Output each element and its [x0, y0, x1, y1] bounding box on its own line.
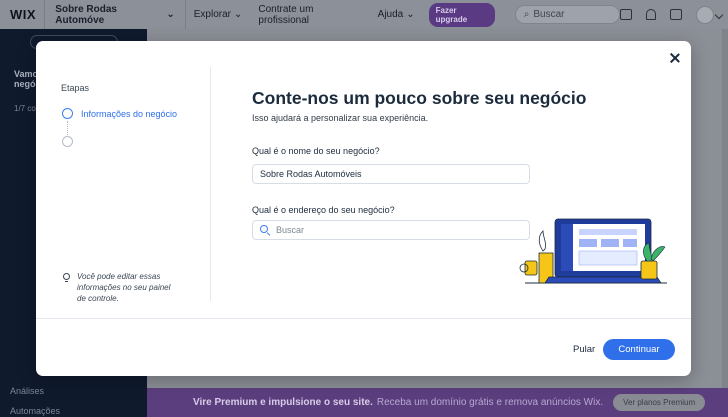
address-search-input[interactable] — [276, 225, 516, 235]
sidebar-item-automacoes[interactable]: Automações — [10, 406, 60, 416]
premium-banner: Vire Premium e impulsione o seu site. Re… — [147, 388, 728, 417]
avatar[interactable] — [696, 5, 714, 24]
nav-ajuda-label: Ajuda — [377, 9, 404, 20]
close-icon[interactable] — [669, 52, 681, 64]
pot-shape — [640, 260, 658, 280]
business-illustration — [519, 218, 667, 284]
chevron-down-icon: ⌄ — [406, 9, 415, 20]
lightbulb-icon — [61, 272, 71, 282]
premium-plans-button[interactable]: Ver planos Premium — [613, 394, 706, 411]
sidebar-item-analises[interactable]: Análises — [10, 386, 44, 396]
continue-button[interactable]: Continuar — [603, 339, 675, 360]
step-business-info[interactable]: Informações do negócio — [62, 108, 177, 119]
onboarding-modal: Etapas Informações do negócio Você pode … — [36, 41, 691, 376]
tip-text: Você pode editar essas informações no se… — [77, 272, 171, 303]
screen-card-2-shape — [601, 239, 619, 247]
mug-shape — [524, 260, 538, 276]
page-title: Conte-nos um pouco sobre seu negócio — [252, 88, 587, 108]
premium-banner-bold: Vire Premium e impulsione o seu site. — [193, 397, 373, 408]
nav-explorar[interactable]: Explorar ⌄ — [186, 9, 251, 20]
bell-icon[interactable] — [646, 9, 656, 20]
screen-card-3-shape — [623, 239, 637, 247]
site-selector[interactable]: Sobre Rodas Automóve ⌄ — [44, 0, 186, 29]
steps-title: Etapas — [61, 83, 90, 93]
step-next — [62, 136, 73, 147]
top-search-placeholder: Buscar — [533, 9, 565, 20]
top-bar: WIX Sobre Rodas Automóve ⌄ Explorar ⌄ Co… — [0, 0, 728, 29]
step-connector — [67, 121, 68, 135]
premium-banner-text: Receba um domínio grátis e remova anúnci… — [376, 397, 604, 408]
screen-table-shape — [578, 250, 638, 266]
skip-button[interactable]: Pular — [573, 344, 595, 355]
tip-box: Você pode editar essas informações no se… — [61, 271, 172, 304]
nav-contrate[interactable]: Contrate um profissional — [250, 4, 369, 26]
screen-sidebar-shape — [561, 224, 573, 271]
address-search-field[interactable] — [252, 220, 530, 240]
business-name-input[interactable] — [252, 164, 530, 184]
step-active-circle-icon — [62, 108, 73, 119]
illustration-group — [519, 218, 667, 284]
step-label: Informações do negócio — [81, 108, 178, 119]
upgrade-button[interactable]: Fazer upgrade — [428, 2, 495, 27]
page-subtitle: Isso ajudará a personalizar sua experiên… — [252, 113, 429, 123]
search-icon: ⌕ — [523, 9, 530, 20]
steps-panel: Etapas Informações do negócio Você pode … — [36, 67, 211, 304]
screen-card-1-shape — [579, 239, 597, 247]
search-icon — [260, 225, 270, 235]
business-address-label: Qual é o endereço do seu negócio? — [252, 205, 395, 215]
chevron-down-icon: ⌄ — [166, 9, 175, 20]
chevron-down-icon: ⌄ — [234, 9, 243, 20]
screen-header-shape — [579, 229, 637, 235]
nav-contrate-label: Contrate um profissional — [258, 3, 314, 26]
business-name-label: Qual é o nome do seu negócio? — [252, 146, 380, 156]
nav-ajuda[interactable]: Ajuda ⌄ — [370, 9, 423, 20]
top-search[interactable]: ⌕ Buscar — [514, 5, 620, 24]
sidebar-progress: 1/7 co — [14, 104, 36, 113]
nav-explorar-label: Explorar — [193, 9, 231, 20]
wix-logo[interactable]: WIX — [0, 7, 44, 22]
page-scrollbar[interactable] — [722, 29, 728, 388]
leaf-2-shape — [650, 246, 666, 262]
chat-icon[interactable] — [620, 9, 632, 20]
step-inactive-circle-icon — [62, 136, 73, 147]
modal-footer: Pular Continuar — [36, 318, 691, 376]
top-icons — [620, 5, 728, 24]
site-name: Sobre Rodas Automóve — [55, 3, 117, 26]
inbox-icon[interactable] — [670, 9, 682, 20]
leaf-line-shape — [538, 230, 546, 252]
